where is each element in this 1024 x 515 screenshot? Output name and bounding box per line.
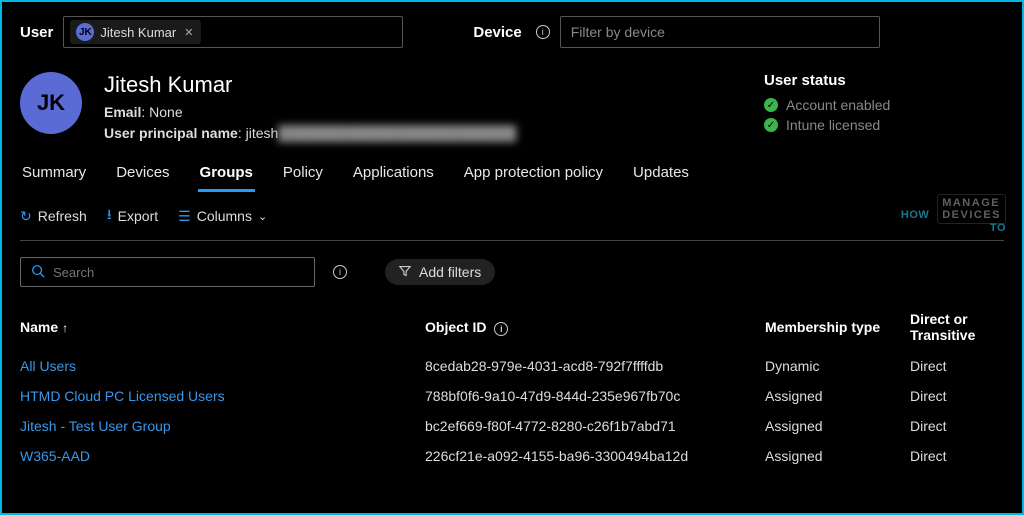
membership-cell: Assigned — [765, 411, 910, 441]
status-row: ✓ Account enabled — [764, 97, 1004, 113]
col-membership[interactable]: Membership type — [765, 301, 910, 351]
watermark: HOW MANAGEDEVICES TO — [901, 194, 1006, 234]
device-filter-input[interactable]: Filter by device — [560, 16, 880, 48]
tab-applications[interactable]: Applications — [351, 158, 436, 192]
col-direct[interactable]: Direct or Transitive — [910, 301, 1022, 351]
user-filter-input[interactable]: JK Jitesh Kumar ✕ — [63, 16, 403, 48]
download-icon: ⭳ — [107, 204, 112, 228]
object-id-cell: 226cf21e-a092-4155-ba96-3300494ba12d — [425, 441, 765, 471]
tab-policy[interactable]: Policy — [281, 158, 325, 192]
direct-cell: Direct — [910, 381, 1022, 411]
tab-app-protection[interactable]: App protection policy — [462, 158, 605, 192]
groups-table: Name↑ Object ID i Membership type Direct… — [20, 301, 1022, 471]
object-id-cell: 8cedab28-979e-4031-acd8-792f7ffffdb — [425, 351, 765, 381]
group-name-link[interactable]: HTMD Cloud PC Licensed Users — [20, 381, 425, 411]
group-name-link[interactable]: All Users — [20, 351, 425, 381]
user-chip-name: Jitesh Kumar — [100, 25, 176, 40]
user-chip: JK Jitesh Kumar ✕ — [70, 20, 201, 44]
export-button[interactable]: ⭳ Export — [107, 204, 158, 228]
check-icon: ✓ — [764, 98, 778, 112]
export-label: Export — [118, 208, 158, 224]
object-id-cell: bc2ef669-f80f-4772-8280-c26f1b7abd71 — [425, 411, 765, 441]
device-label: Device — [473, 24, 521, 41]
user-label: User — [20, 24, 53, 41]
search-input[interactable] — [53, 265, 304, 280]
col-name[interactable]: Name↑ — [20, 301, 425, 351]
close-icon[interactable]: ✕ — [182, 26, 195, 39]
info-icon[interactable]: i — [536, 25, 550, 39]
table-row[interactable]: W365-AAD226cf21e-a092-4155-ba96-3300494b… — [20, 441, 1022, 471]
refresh-label: Refresh — [38, 208, 87, 224]
status-item-label: Account enabled — [786, 97, 890, 113]
device-placeholder: Filter by device — [571, 24, 665, 40]
group-name-link[interactable]: Jitesh - Test User Group — [20, 411, 425, 441]
membership-cell: Assigned — [765, 441, 910, 471]
tab-summary[interactable]: Summary — [20, 158, 88, 192]
filter-icon — [399, 264, 411, 280]
tab-devices[interactable]: Devices — [114, 158, 171, 192]
add-filters-button[interactable]: Add filters — [385, 259, 495, 285]
status-row: ✓ Intune licensed — [764, 117, 1004, 133]
status-item-label: Intune licensed — [786, 117, 880, 133]
status-title: User status — [764, 72, 1004, 89]
tab-groups[interactable]: Groups — [198, 158, 255, 192]
columns-label: Columns — [197, 208, 252, 224]
table-row[interactable]: Jitesh - Test User Groupbc2ef669-f80f-47… — [20, 411, 1022, 441]
list-icon: ☰ — [178, 208, 191, 225]
tab-bar: Summary Devices Groups Policy Applicatio… — [2, 158, 1022, 192]
table-row[interactable]: All Users8cedab28-979e-4031-acd8-792f7ff… — [20, 351, 1022, 381]
col-object-id[interactable]: Object ID i — [425, 301, 765, 351]
refresh-button[interactable]: ↻ Refresh — [20, 208, 87, 225]
membership-cell: Assigned — [765, 381, 910, 411]
direct-cell: Direct — [910, 441, 1022, 471]
table-row[interactable]: HTMD Cloud PC Licensed Users788bf0f6-9a1… — [20, 381, 1022, 411]
info-icon[interactable]: i — [494, 322, 508, 336]
search-icon — [31, 264, 45, 281]
add-filters-label: Add filters — [419, 264, 481, 280]
email-value: None — [149, 104, 182, 120]
tab-updates[interactable]: Updates — [631, 158, 691, 192]
membership-cell: Dynamic — [765, 351, 910, 381]
email-label: Email — [104, 104, 141, 120]
check-icon: ✓ — [764, 118, 778, 132]
page-title: Jitesh Kumar — [104, 72, 742, 98]
chevron-down-icon: ⌄ — [258, 210, 267, 223]
columns-button[interactable]: ☰ Columns ⌄ — [178, 208, 267, 225]
info-icon[interactable]: i — [333, 265, 347, 279]
object-id-cell: 788bf0f6-9a10-47d9-844d-235e967fb70c — [425, 381, 765, 411]
avatar-small: JK — [76, 23, 94, 41]
sort-asc-icon: ↑ — [62, 321, 68, 335]
avatar: JK — [20, 72, 82, 134]
upn-partial: jitesh — [246, 125, 279, 141]
upn-label: User principal name — [104, 125, 238, 141]
upn-redacted: ████████████████████████ — [278, 125, 516, 141]
search-input-wrap[interactable] — [20, 257, 315, 287]
direct-cell: Direct — [910, 351, 1022, 381]
user-status-panel: User status ✓ Account enabled ✓ Intune l… — [764, 72, 1004, 144]
direct-cell: Direct — [910, 411, 1022, 441]
refresh-icon: ↻ — [20, 208, 32, 225]
group-name-link[interactable]: W365-AAD — [20, 441, 425, 471]
